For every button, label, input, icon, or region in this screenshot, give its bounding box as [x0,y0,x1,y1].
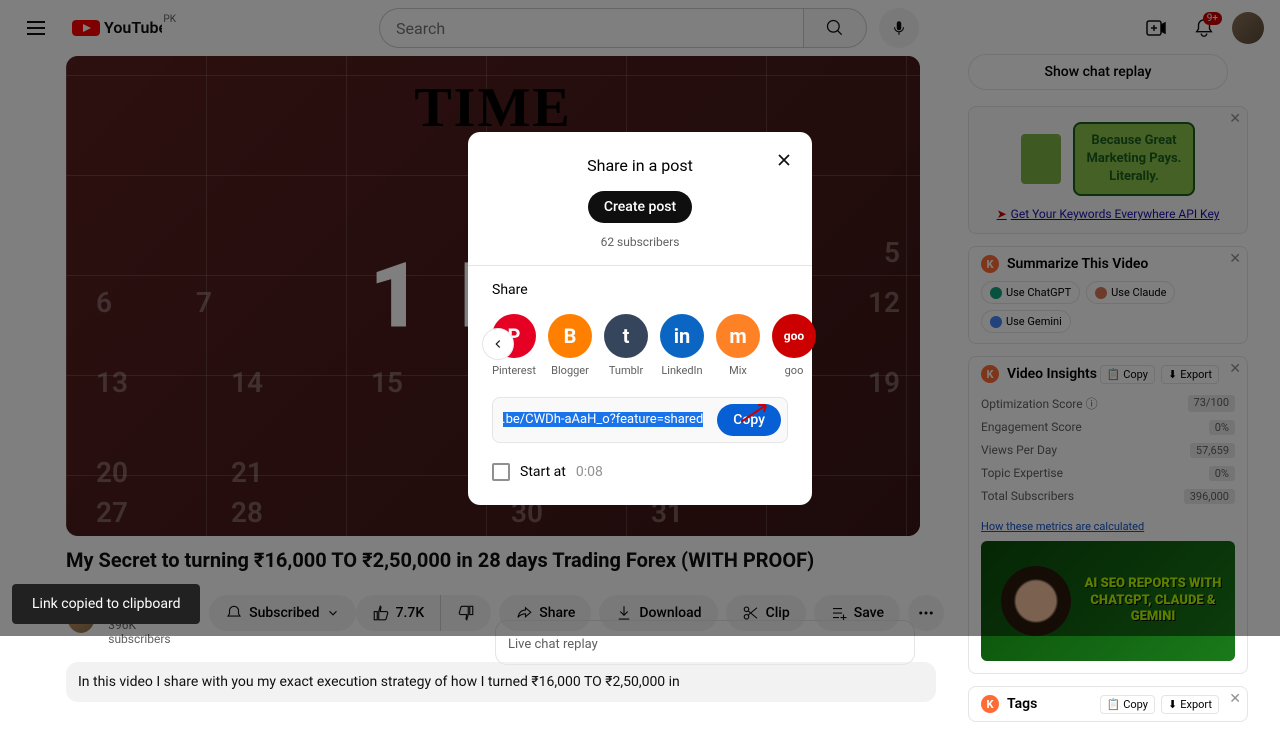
share-modal: Share in a post Create post 62 subscribe… [468,132,812,505]
close-button[interactable] [772,148,796,172]
start-at-time: 0:08 [576,464,603,480]
share-blogger[interactable]: BBlogger [548,314,592,377]
subscriber-count: 62 subscribers [492,235,788,249]
video-description[interactable]: In this video I share with you my exact … [66,662,936,702]
export-button[interactable]: ⬇ Export [1161,695,1219,714]
url-row: Copy [492,397,788,443]
copy-button[interactable]: Copy [717,404,781,436]
share-goo[interactable]: googoo [772,314,816,377]
start-at-checkbox[interactable] [492,463,510,481]
share-mix[interactable]: mMix [716,314,760,377]
chevron-left-icon [491,337,505,351]
share-label: Share [492,282,788,298]
modal-overlay[interactable]: Share in a post Create post 62 subscribe… [0,0,1280,636]
share-tumblr[interactable]: tTumblr [604,314,648,377]
copy-button[interactable]: 📋 Copy [1100,695,1155,714]
modal-title: Share in a post [492,156,788,175]
scroll-left-button[interactable] [482,328,514,360]
share-url-input[interactable] [499,408,707,431]
share-linkedin[interactable]: inLinkedIn [660,314,704,377]
close-icon[interactable]: ✕ [1229,691,1241,707]
create-post-button[interactable]: Create post [588,191,692,223]
start-at-row: Start at 0:08 [492,463,788,481]
tags-panel: ✕ KTags 📋 Copy ⬇ Export [968,686,1248,722]
toast-notification: Link copied to clipboard [12,584,200,624]
close-icon [774,150,794,170]
